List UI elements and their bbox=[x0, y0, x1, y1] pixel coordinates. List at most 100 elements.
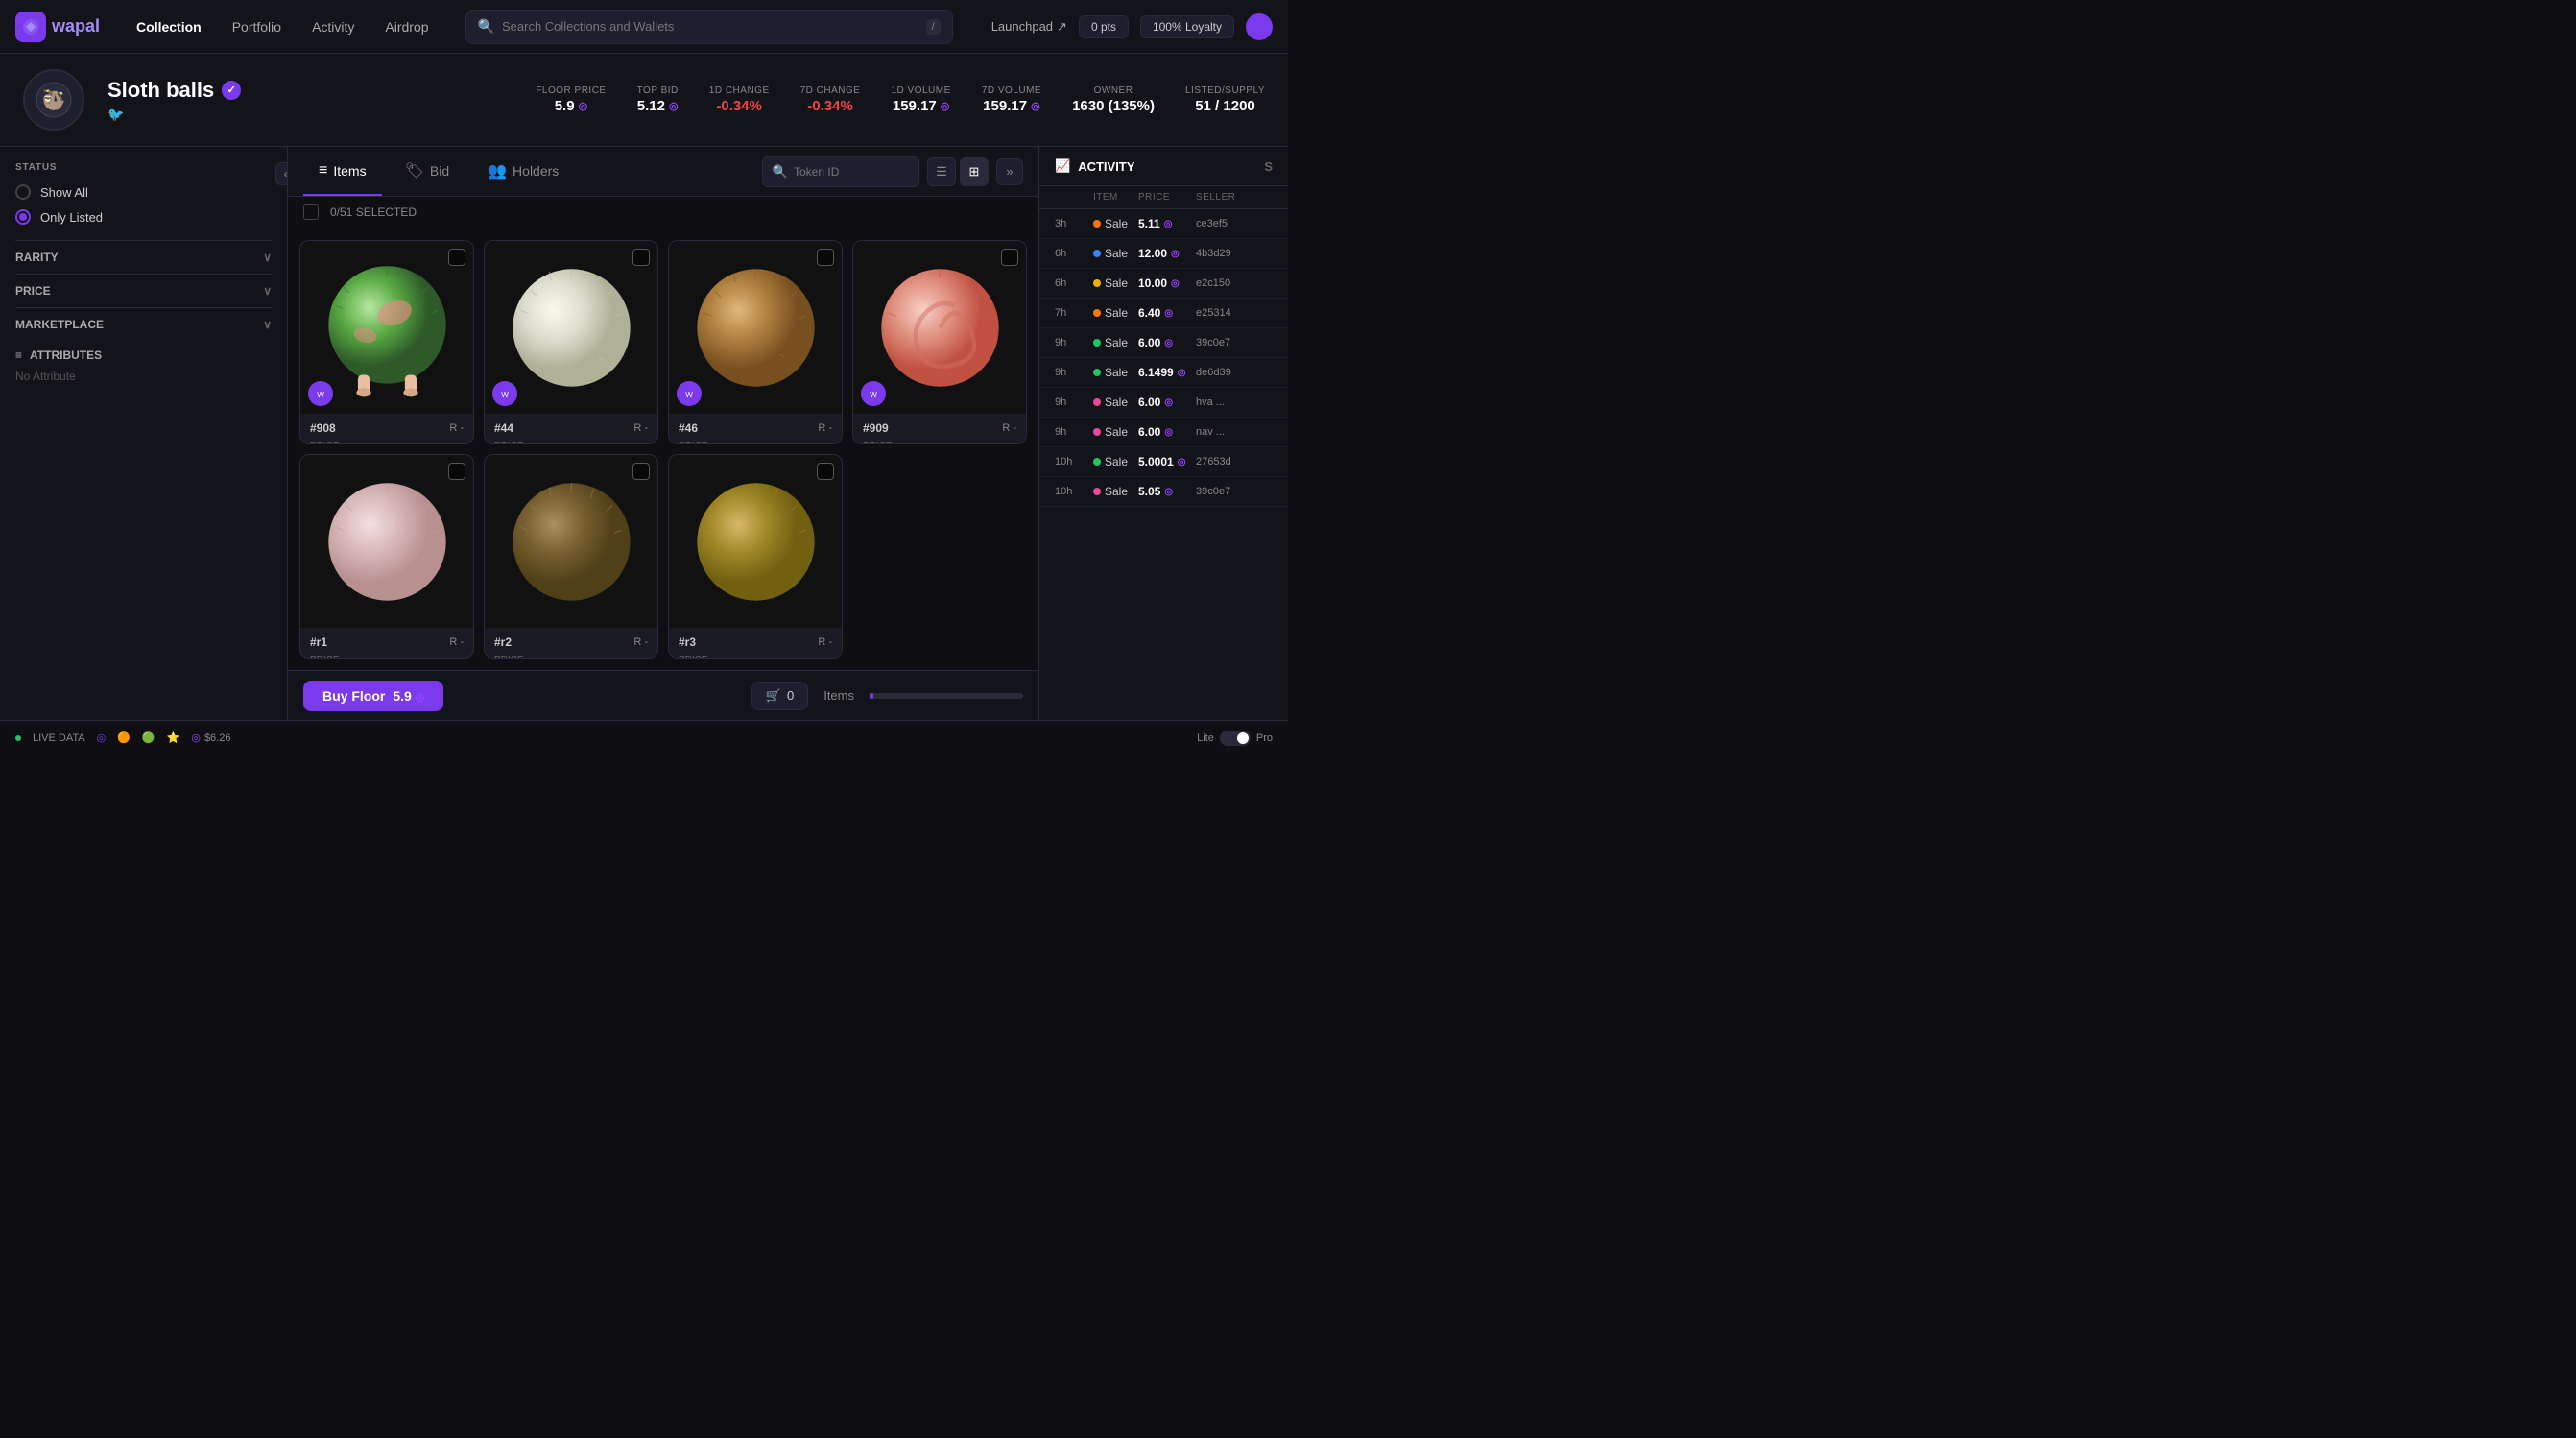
item-checkbox-r1[interactable] bbox=[448, 463, 465, 480]
selection-count: 0/51 SELECTED bbox=[330, 205, 417, 219]
radio-only-listed[interactable]: Only Listed bbox=[15, 209, 272, 225]
activity-time: 3h bbox=[1055, 218, 1093, 229]
avatar[interactable] bbox=[1246, 13, 1273, 40]
item-card-44[interactable]: W #44 R - PRICE 8.70 ◎ bbox=[484, 240, 658, 444]
item-checkbox-46[interactable] bbox=[817, 249, 834, 266]
tab-items[interactable]: ≡ Items bbox=[303, 147, 382, 196]
item-rarity-909: R - bbox=[1002, 422, 1016, 434]
item-card-r1[interactable]: #r1 R - PRICE 9.10 ◎ ··· bbox=[299, 454, 474, 659]
buy-floor-button[interactable]: Buy Floor 5.9 ◎ bbox=[303, 681, 443, 711]
stat-value-1dvol: 159.17 ◎ bbox=[893, 98, 950, 114]
activity-row: 10h Sale 5.0001◎ 27653d bbox=[1039, 447, 1288, 477]
select-all-checkbox[interactable] bbox=[303, 204, 319, 220]
bid-tab-label: Bid bbox=[430, 163, 449, 179]
search-input[interactable] bbox=[502, 19, 918, 34]
activity-expand-icon[interactable]: S bbox=[1264, 159, 1273, 174]
verified-badge: ✓ bbox=[222, 81, 241, 100]
sol-icon-bid: ◎ bbox=[669, 100, 679, 112]
item-checkbox-r3[interactable] bbox=[817, 463, 834, 480]
stat-1d-change: 1D CHANGE -0.34% bbox=[709, 85, 770, 114]
buy-floor-price: 5.9 ◎ bbox=[393, 688, 424, 704]
lite-pro-toggle[interactable] bbox=[1220, 731, 1251, 746]
collection-avatar: 🦥 bbox=[23, 69, 84, 131]
nav-activity[interactable]: Activity bbox=[298, 13, 368, 40]
search-bar[interactable]: 🔍 / bbox=[465, 10, 953, 44]
collection-header: 🦥 Sloth balls ✓ 🐦 FLOOR PRICE 5.9 ◎ TOP … bbox=[0, 54, 1288, 147]
radio-circle-show-all bbox=[15, 184, 31, 200]
activity-type: Sale bbox=[1093, 336, 1138, 349]
item-price-row-44: PRICE 8.70 ◎ ··· bbox=[494, 441, 648, 444]
token-id-search[interactable]: 🔍 bbox=[762, 156, 919, 187]
item-checkbox-909[interactable] bbox=[1001, 249, 1018, 266]
expand-button[interactable]: » bbox=[996, 158, 1023, 185]
price-label-46: PRICE bbox=[679, 441, 715, 444]
activity-chart-icon: 📈 bbox=[1055, 158, 1070, 174]
stat-top-bid: TOP BID 5.12 ◎ bbox=[637, 85, 679, 114]
activity-price: 10.00◎ bbox=[1138, 276, 1196, 290]
item-id-44: #44 bbox=[494, 421, 513, 435]
price-label: PRICE bbox=[15, 284, 51, 298]
list-view-button[interactable]: ☰ bbox=[927, 157, 956, 186]
stat-value-floor: 5.9 ◎ bbox=[555, 98, 587, 114]
item-card-908[interactable]: W #908 R - PRICE 7.90 ◎ bbox=[299, 240, 474, 444]
main-layout: « STATUS Show All Only Listed RARITY ∨ bbox=[0, 147, 1288, 720]
item-img-44: W bbox=[485, 241, 657, 414]
no-attribute-text: No Attribute bbox=[15, 370, 272, 383]
activity-price: 6.1499◎ bbox=[1138, 366, 1196, 379]
sol-icon-7dvol: ◎ bbox=[1031, 100, 1040, 112]
loyalty-badge[interactable]: 100% Loyalty bbox=[1140, 15, 1234, 38]
marketplace-arrow-icon: ∨ bbox=[263, 318, 272, 331]
activity-row: 10h Sale 5.05◎ 39c0e7 bbox=[1039, 477, 1288, 507]
rarity-filter[interactable]: RARITY ∨ bbox=[15, 240, 272, 274]
radio-show-all[interactable]: Show All bbox=[15, 184, 272, 200]
activity-col-headers: ITEM PRICE SELLER bbox=[1039, 186, 1288, 209]
item-price-row-46: PRICE 8.70 ◎ ··· bbox=[679, 441, 832, 444]
activity-row: 9h Sale 6.1499◎ de6d39 bbox=[1039, 358, 1288, 388]
tab-holders[interactable]: 👥 Holders bbox=[472, 147, 574, 196]
logo[interactable]: wapal bbox=[15, 12, 100, 42]
activity-time: 7h bbox=[1055, 307, 1093, 319]
item-card-46[interactable]: W #46 R - PRICE 8.70 ◎ bbox=[668, 240, 843, 444]
nav-portfolio[interactable]: Portfolio bbox=[219, 13, 295, 40]
item-card-909[interactable]: W #909 R - PRICE 8.90 ◎ bbox=[852, 240, 1027, 444]
items-slider[interactable] bbox=[870, 693, 1023, 699]
activity-price: 6.00◎ bbox=[1138, 395, 1196, 409]
activity-time: 6h bbox=[1055, 277, 1093, 289]
marketplace-filter[interactable]: MARKETPLACE ∨ bbox=[15, 307, 272, 341]
item-top-row-44: #44 R - bbox=[494, 421, 648, 435]
cart-button[interactable]: 🛒 0 bbox=[751, 682, 808, 710]
activity-seller: 39c0e7 bbox=[1196, 337, 1273, 348]
items-slider-label: Items bbox=[823, 688, 854, 703]
item-checkbox-908[interactable] bbox=[448, 249, 465, 266]
holders-tab-label: Holders bbox=[513, 163, 559, 179]
nav-airdrop[interactable]: Airdrop bbox=[371, 13, 441, 40]
cart-icon: 🛒 bbox=[766, 688, 781, 704]
sidebar-collapse-button[interactable]: « bbox=[275, 162, 288, 185]
col-header-item: ITEM bbox=[1093, 192, 1138, 203]
activity-row: 6h Sale 10.00◎ e2c150 bbox=[1039, 269, 1288, 299]
grid-view-button[interactable]: ⊞ bbox=[960, 157, 989, 186]
item-card-r2[interactable]: #r2 R - PRICE 9.20 ◎ ··· bbox=[484, 454, 658, 659]
col-header-price: PRICE bbox=[1138, 192, 1196, 203]
twitter-icon[interactable]: 🐦 bbox=[107, 107, 241, 123]
col-header-time bbox=[1055, 192, 1093, 203]
launchpad-button[interactable]: Launchpad ↗ bbox=[991, 19, 1067, 35]
item-checkbox-r2[interactable] bbox=[632, 463, 650, 480]
item-info-r1: #r1 R - PRICE 9.10 ◎ ··· bbox=[300, 628, 473, 659]
pts-badge[interactable]: 0 pts bbox=[1079, 15, 1129, 38]
svg-text:W: W bbox=[317, 391, 324, 399]
activity-price: 5.05◎ bbox=[1138, 485, 1196, 498]
token-id-input[interactable] bbox=[794, 165, 909, 179]
status-label: STATUS bbox=[15, 162, 272, 173]
item-id-r2: #r2 bbox=[494, 635, 512, 649]
stat-label-bid: TOP BID bbox=[637, 85, 679, 96]
item-checkbox-44[interactable] bbox=[632, 249, 650, 266]
activity-row: 9h Sale 6.00◎ nav ... bbox=[1039, 418, 1288, 447]
tab-bid[interactable]: 🏷 Bid bbox=[390, 147, 465, 196]
price-filter[interactable]: PRICE ∨ bbox=[15, 274, 272, 307]
item-card-r3[interactable]: #r3 R - PRICE 9.30 ◎ ··· bbox=[668, 454, 843, 659]
activity-time: 10h bbox=[1055, 456, 1093, 467]
stat-label-7d: 7D CHANGE bbox=[800, 85, 861, 96]
nav-collection[interactable]: Collection bbox=[123, 13, 215, 40]
item-img-r1 bbox=[300, 455, 473, 628]
